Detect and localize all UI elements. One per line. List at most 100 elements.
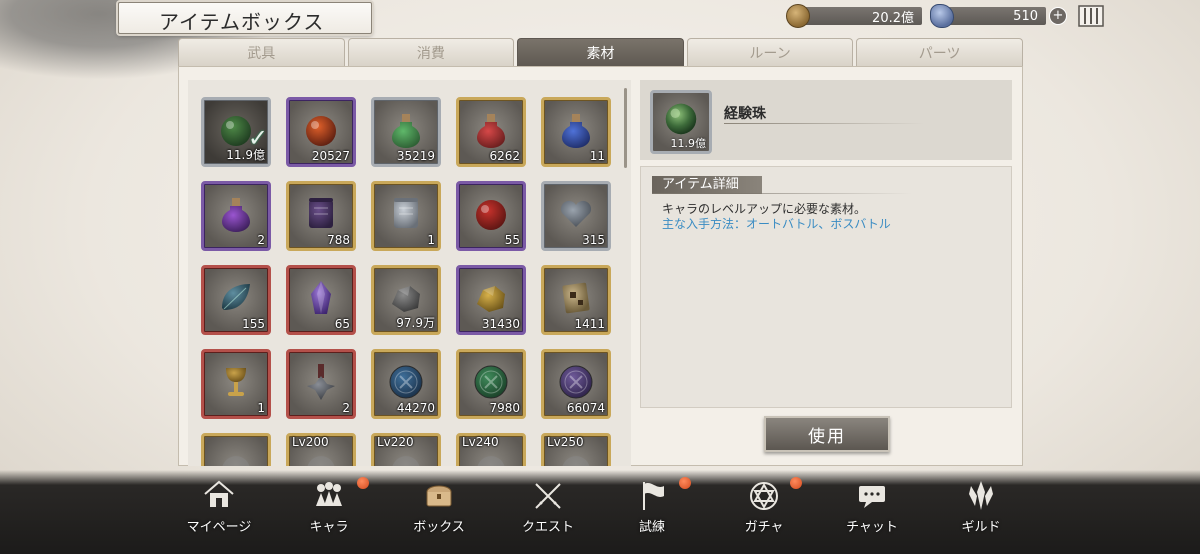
partial-item-icon	[562, 456, 590, 466]
item-source: 主な入手方法：オートバトル、ボスバトル	[662, 217, 891, 231]
tab-3[interactable]: ルーン	[686, 38, 854, 67]
red-potion-icon	[477, 114, 505, 148]
item-level: Lv220	[377, 435, 414, 449]
nav-item[interactable]: ギルド	[935, 478, 1027, 548]
item-level: Lv240	[462, 435, 499, 449]
item-slot[interactable]: 97.9万	[371, 265, 441, 335]
item-slot[interactable]: 31430	[456, 265, 526, 335]
tab-1[interactable]: 消費	[347, 38, 515, 67]
menu-icon[interactable]	[1078, 5, 1104, 27]
hexagram-icon	[750, 482, 778, 510]
detail-section-title: アイテム詳細	[652, 176, 762, 194]
notification-badge	[679, 477, 691, 489]
item-quantity: 11	[589, 149, 605, 163]
red-apple-icon	[476, 200, 506, 230]
leaf-icon	[222, 284, 250, 310]
item-quantity: 2	[342, 401, 350, 415]
item-slot[interactable]: 55	[456, 181, 526, 251]
use-button[interactable]: 使用	[764, 416, 890, 452]
item-quantity: 35219	[396, 149, 435, 163]
page-title-box: アイテムボックス	[118, 2, 372, 34]
item-quantity: 55	[504, 233, 520, 247]
crystal-icon	[311, 281, 331, 314]
ore-icon	[392, 286, 420, 312]
blue-potion-icon	[562, 114, 590, 148]
nav-item-label: マイページ	[186, 520, 252, 535]
heart-icon	[560, 200, 592, 227]
item-slot[interactable]: 2	[201, 181, 271, 251]
item-slot[interactable]: 315	[541, 181, 611, 251]
nav-item-label: ギルド	[961, 520, 1001, 535]
item-quantity: 20527	[311, 149, 350, 163]
item-slot[interactable]: 155	[201, 265, 271, 335]
item-slot[interactable]: 65	[286, 265, 356, 335]
gold-coin-icon	[786, 4, 810, 28]
nav-item[interactable]: チャット	[826, 478, 918, 548]
partial-item-icon	[392, 456, 420, 466]
item-slot[interactable]: 1	[371, 181, 441, 251]
nav-item-label: キャラ	[309, 520, 349, 535]
item-slot[interactable]: 11	[541, 97, 611, 167]
grid-scrollbar[interactable]	[624, 88, 627, 168]
item-slot[interactable]: 20527	[286, 97, 356, 167]
item-level: Lv250	[547, 435, 584, 449]
nav-item[interactable]: クエスト	[502, 478, 594, 548]
item-quantity: 66074	[566, 401, 605, 415]
nav-item-label: クエスト	[521, 520, 574, 535]
nav-item[interactable]: マイページ	[173, 478, 265, 548]
item-slot[interactable]: 66074	[541, 349, 611, 419]
selected-item-name: 経験珠	[724, 106, 766, 122]
purple-scroll-icon	[309, 198, 333, 228]
tower-scroll-icon	[394, 198, 418, 228]
crossed-swords-icon	[535, 483, 561, 509]
tab-4[interactable]: パーツ	[856, 38, 1023, 67]
gem-amount: 510	[948, 7, 1046, 25]
item-quantity: 31430	[481, 317, 520, 331]
item-grid: 11.9億 ✓ 20527 35219 6262 11 2 788 1 55 315 155 65 97.…	[188, 80, 631, 466]
item-quantity: 1	[427, 233, 435, 247]
item-slot[interactable]: Lv220	[371, 433, 441, 466]
item-quantity: 1411	[574, 317, 605, 331]
green-coin-icon	[474, 365, 508, 399]
partial-item-icon	[477, 456, 505, 466]
green-orb-icon	[665, 103, 697, 135]
item-slot[interactable]: 7980	[456, 349, 526, 419]
medal-icon	[307, 364, 335, 400]
nav-item-label: ボックス	[413, 520, 465, 535]
item-slot[interactable]: 2	[286, 349, 356, 419]
nav-item[interactable]: ボックス	[393, 478, 485, 548]
item-slot[interactable]: 11.9億 ✓	[201, 97, 271, 167]
gem-counter: 510 +	[930, 4, 1067, 28]
tab-2[interactable]: 素材	[517, 38, 684, 67]
green-potion-icon	[392, 114, 420, 148]
notification-badge	[357, 477, 369, 489]
selected-item-icon: 11.9億	[650, 90, 712, 154]
guild-emblem-icon	[969, 481, 993, 510]
item-quantity: 7980	[489, 401, 520, 415]
item-slot[interactable]: 44270	[371, 349, 441, 419]
flag-icon	[643, 482, 664, 510]
chat-icon	[859, 486, 885, 508]
item-slot[interactable]: Lv240	[456, 433, 526, 466]
item-slot[interactable]: Lv200	[286, 433, 356, 466]
item-slot[interactable]: 6262	[456, 97, 526, 167]
add-gems-button[interactable]: +	[1049, 7, 1067, 25]
item-slot[interactable]: 1411	[541, 265, 611, 335]
item-slot[interactable]: 35219	[371, 97, 441, 167]
item-slot[interactable]: 788	[286, 181, 356, 251]
item-quantity: 6262	[489, 149, 520, 163]
nav-item-label: 試練	[638, 520, 665, 535]
item-slot[interactable]: Lv250	[541, 433, 611, 466]
item-slot[interactable]: 1	[201, 349, 271, 419]
gold-counter: 20.2億	[786, 4, 922, 28]
gold-amount: 20.2億	[804, 7, 922, 26]
item-quantity: 315	[582, 233, 605, 247]
nav-item-label: ガチャ	[744, 520, 784, 535]
partial-item-icon	[307, 456, 335, 466]
item-slot[interactable]	[201, 433, 271, 466]
item-quantity: 155	[242, 317, 265, 331]
purple-coin-icon	[559, 365, 593, 399]
tab-0[interactable]: 武具	[178, 38, 345, 67]
selected-check-icon: ✓	[247, 124, 268, 152]
category-tabs: 武具 消費 素材 ルーン パーツ	[178, 38, 1023, 67]
